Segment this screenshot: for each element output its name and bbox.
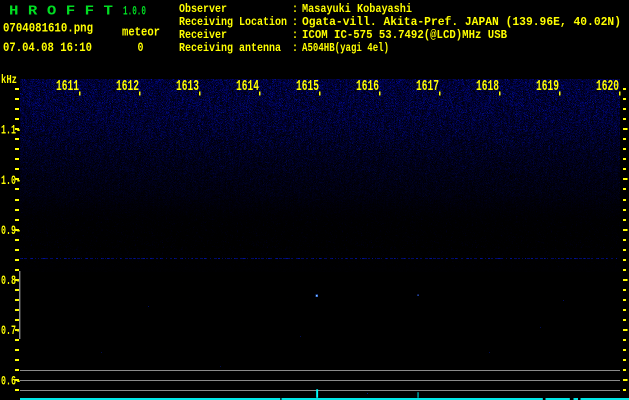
- svg-text::: :: [292, 41, 298, 55]
- svg-text:1620: 1620: [596, 78, 619, 95]
- svg-text:1613: 1613: [176, 78, 199, 95]
- svg-text::: :: [292, 15, 298, 29]
- svg-text:meteor: meteor: [122, 25, 160, 40]
- svg-text::: :: [292, 28, 298, 42]
- svg-text:Receiving Location: Receiving Location: [179, 15, 287, 29]
- svg-text:1.0.0: 1.0.0: [123, 4, 146, 19]
- svg-text:1.0-: 1.0-: [1, 173, 21, 188]
- svg-text:0: 0: [138, 40, 144, 55]
- svg-text:1614: 1614: [236, 78, 259, 95]
- svg-text:07.04.08 16:10: 07.04.08 16:10: [3, 40, 92, 55]
- svg-text:Receiving antenna: Receiving antenna: [179, 41, 281, 55]
- svg-text:0.9-: 0.9-: [1, 223, 21, 238]
- svg-text:1615: 1615: [296, 78, 319, 95]
- svg-text:H R O F F T: H R O F F T: [9, 4, 113, 20]
- svg-text:0.8-: 0.8-: [1, 273, 21, 288]
- svg-text:1612: 1612: [116, 78, 139, 95]
- svg-text:Receiver: Receiver: [179, 28, 227, 42]
- svg-text:1618: 1618: [476, 78, 499, 95]
- svg-text:1611: 1611: [56, 78, 79, 95]
- svg-text:0.7-: 0.7-: [1, 323, 21, 338]
- svg-text:kHz: kHz: [1, 73, 17, 87]
- svg-text:ICOM IC-575 53.7492(@LCD)MHz U: ICOM IC-575 53.7492(@LCD)MHz USB: [302, 28, 507, 42]
- svg-text:1616: 1616: [356, 78, 379, 95]
- svg-text:Masayuki Kobayashi: Masayuki Kobayashi: [302, 2, 412, 16]
- svg-text:0.6-: 0.6-: [1, 373, 21, 388]
- svg-text:A504HB(yagi 4el): A504HB(yagi 4el): [302, 41, 389, 55]
- svg-text:Observer: Observer: [179, 2, 227, 16]
- svg-text:1.1-: 1.1-: [1, 123, 21, 138]
- svg-text:1617: 1617: [416, 78, 439, 95]
- svg-text:0704081610.png: 0704081610.png: [3, 21, 93, 36]
- svg-text:Ogata-vill. Akita-Pref. JAPAN: Ogata-vill. Akita-Pref. JAPAN (139.96E, …: [302, 15, 621, 29]
- svg-text:1619: 1619: [536, 78, 559, 95]
- svg-text::: :: [292, 2, 298, 16]
